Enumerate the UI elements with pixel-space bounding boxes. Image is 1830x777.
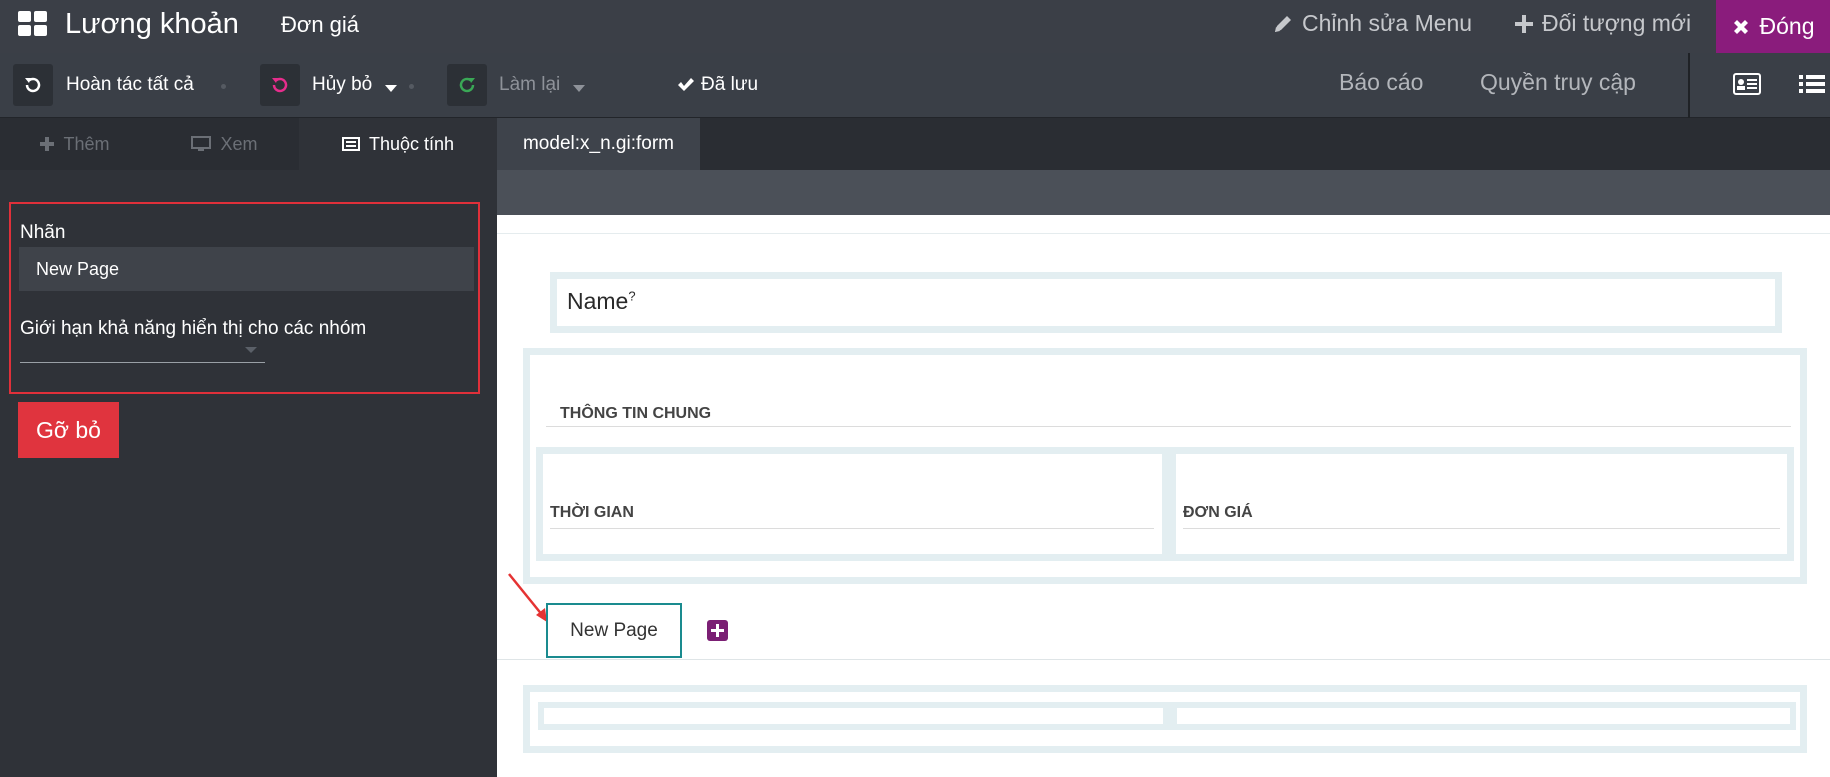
group-col-price[interactable]: ĐƠN GIÁ <box>1176 454 1787 554</box>
pencil-icon <box>1275 15 1291 32</box>
tab-properties-label: Thuộc tính <box>368 133 455 154</box>
tab-view-label: Xem <box>220 133 258 154</box>
discard-label[interactable]: Hủy bỏ <box>312 74 372 96</box>
new-object-button[interactable]: Đối tượng mới <box>1514 10 1691 37</box>
caret-down-icon <box>245 347 257 353</box>
plus-icon <box>40 137 55 151</box>
properties-icon <box>341 137 360 151</box>
studio-sidebar: Thêm Xem Thuộc tính Nhãn New Page Giới h… <box>0 118 497 777</box>
label-caption: Nhãn <box>20 222 66 243</box>
group-col-time[interactable]: THỜI GIAN <box>543 454 1162 554</box>
annotation-arrow <box>508 573 547 622</box>
name-field-label: Name <box>567 288 629 314</box>
divider <box>550 528 1154 529</box>
reports-link[interactable]: Báo cáo <box>1339 69 1423 96</box>
col-title-price: ĐƠN GIÁ <box>1183 504 1253 521</box>
close-label: Đóng <box>1759 13 1815 39</box>
tab-new-page[interactable]: New Page <box>546 603 682 658</box>
redo-button[interactable] <box>447 64 487 106</box>
help-tooltip-icon[interactable]: ? <box>628 288 635 303</box>
divider <box>497 233 1830 234</box>
apps-grid-icon[interactable] <box>18 11 48 37</box>
check-icon <box>678 78 694 91</box>
properties-highlight-box: Nhãn New Page Giới hạn khả năng hiển thị… <box>9 202 480 394</box>
groups-select[interactable] <box>20 336 265 363</box>
edit-menu-label: Chỉnh sửa Menu <box>1302 10 1473 36</box>
redo-label[interactable]: Làm lại <box>499 74 560 96</box>
undo-icon <box>25 77 41 93</box>
monitor-icon <box>191 136 212 151</box>
saved-status: Đã lưu <box>701 74 759 95</box>
studio-toolbar: Hoàn tác tất cả Hủy bỏ Làm lại Đã lưu Bá… <box>0 53 1830 118</box>
edit-menu-button[interactable]: Chỉnh sửa Menu <box>1272 10 1472 37</box>
page-content-group[interactable] <box>523 685 1807 753</box>
undo-icon <box>272 77 288 93</box>
tab-add[interactable]: Thêm <box>0 118 150 170</box>
notebook-tab-line <box>497 659 1830 660</box>
content-tab-bar: model:x_n.gi:form <box>497 118 1830 170</box>
caret-down-icon[interactable] <box>385 85 397 92</box>
tab-view[interactable]: Xem <box>150 118 299 170</box>
new-object-label: Đối tượng mới <box>1542 10 1692 36</box>
page-inner-group <box>538 702 1796 730</box>
inner-group-row: THỜI GIAN ĐƠN GIÁ <box>536 447 1794 561</box>
remove-button[interactable]: Gỡ bỏ <box>18 402 119 458</box>
form-header-bar <box>497 170 1830 215</box>
toolbar-divider <box>1688 53 1690 118</box>
list-view-icon[interactable] <box>1799 73 1825 95</box>
close-button[interactable]: Đóng <box>1716 0 1830 53</box>
tab-form-view[interactable]: model:x_n.gi:form <box>497 118 700 170</box>
tab-properties[interactable]: Thuộc tính <box>299 118 497 170</box>
sidebar-tabs: Thêm Xem Thuộc tính <box>0 118 497 170</box>
name-field-hook[interactable]: Name? <box>550 272 1782 333</box>
tab-add-label: Thêm <box>63 133 110 154</box>
separator-dot <box>221 84 226 89</box>
undo-all-button[interactable] <box>13 64 53 106</box>
divider <box>1183 528 1780 529</box>
label-input[interactable]: New Page <box>19 247 474 291</box>
discard-button[interactable] <box>260 64 300 106</box>
top-bar: Lương khoản Đơn giá Chỉnh sửa Menu Đối t… <box>0 0 1830 53</box>
form-view-icon[interactable] <box>1733 73 1761 95</box>
redo-icon <box>459 77 475 93</box>
undo-all-label[interactable]: Hoàn tác tất cả <box>66 74 194 96</box>
section-title: THÔNG TIN CHUNG <box>560 405 712 422</box>
app-title[interactable]: Lương khoản <box>65 8 239 41</box>
caret-down-icon[interactable] <box>573 85 585 92</box>
col-divider <box>1163 708 1177 724</box>
plus-icon <box>1515 14 1533 33</box>
access-rights-link[interactable]: Quyền truy cập <box>1480 69 1636 96</box>
close-icon <box>1733 19 1748 34</box>
menu-don-gia[interactable]: Đơn giá <box>281 12 359 38</box>
add-page-icon[interactable] <box>707 620 728 641</box>
col-title-time: THỜI GIAN <box>550 504 634 521</box>
separator-dot <box>409 84 414 89</box>
divider <box>546 426 1791 427</box>
col-divider <box>1162 454 1176 554</box>
